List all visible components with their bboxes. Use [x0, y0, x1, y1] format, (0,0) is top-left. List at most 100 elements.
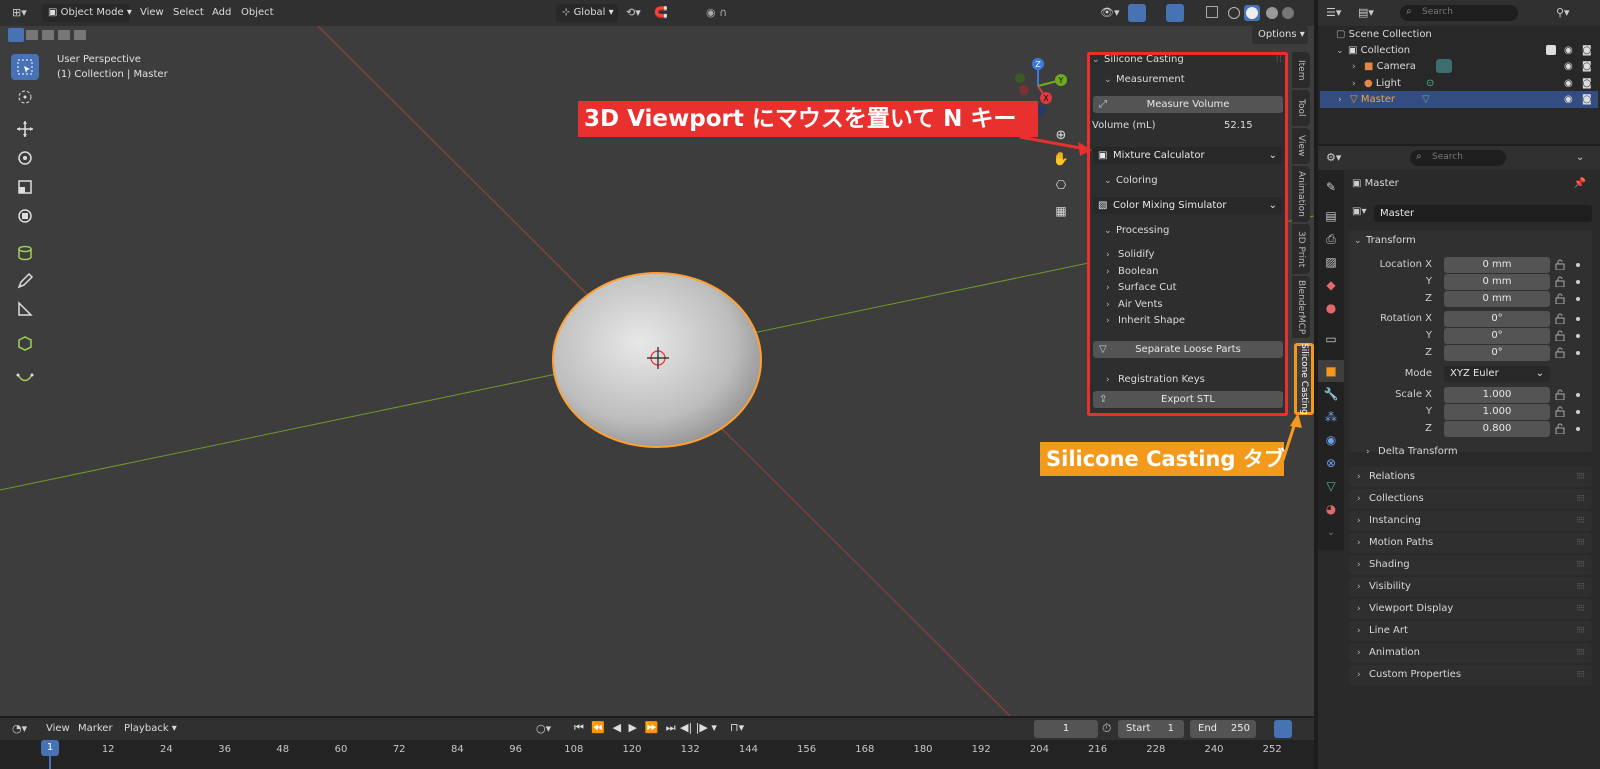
object-icon: ▣: [1352, 178, 1365, 189]
outliner-item-light[interactable]: › ● Light ⊙ ◉ ◙: [1352, 75, 1598, 92]
lock-icon[interactable]: [1555, 276, 1565, 288]
outliner-scene-collection[interactable]: ▢ Scene Collection: [1336, 26, 1432, 43]
keying-icon[interactable]: ○▾: [536, 722, 551, 735]
playback-controls[interactable]: ⏮ ⏪ ◀ ▶ ⏩ ⏭: [574, 721, 678, 735]
section-collections[interactable]: › Collections ⁝⁝⁝⁝: [1349, 489, 1592, 509]
scale-x-field[interactable]: 1.000: [1444, 387, 1550, 403]
timeline-editor-icon[interactable]: ◔▾: [12, 722, 27, 735]
data-tab-icon[interactable]: ▽: [1322, 477, 1340, 495]
lock-icon[interactable]: [1555, 313, 1565, 325]
scene-tab-icon[interactable]: ◆: [1322, 276, 1340, 294]
lock-icon[interactable]: [1555, 406, 1565, 418]
pin-icon[interactable]: 📌: [1574, 176, 1586, 192]
ruler-number: 204: [1029, 744, 1049, 755]
collection-tab-icon[interactable]: ▭: [1322, 330, 1340, 348]
keyframe-dot[interactable]: [1576, 351, 1580, 355]
particles-tab-icon[interactable]: ⁂: [1322, 408, 1340, 426]
world-tab-icon[interactable]: ●: [1322, 299, 1340, 317]
outliner-item-master[interactable]: › ▽ Master ▽ ◉ ◙: [1338, 91, 1598, 108]
output-tab-icon[interactable]: ⎙: [1322, 230, 1340, 248]
scale-y-field[interactable]: 1.000: [1444, 404, 1550, 420]
outliner-editor-icon[interactable]: ☰▾: [1326, 6, 1341, 19]
keyframe-dot[interactable]: [1576, 334, 1580, 338]
keyframe-dot[interactable]: [1576, 263, 1580, 267]
keyframe-dot[interactable]: [1576, 280, 1580, 284]
eye-icon[interactable]: ◉: [1564, 91, 1573, 108]
delta-transform-subpanel[interactable]: › Delta Transform: [1366, 446, 1458, 457]
rotation-y-row: Y 0°: [1352, 328, 1592, 344]
ruler-number: 144: [738, 744, 758, 755]
lock-icon[interactable]: [1555, 259, 1565, 271]
lock-icon[interactable]: [1555, 293, 1565, 305]
section-visibility[interactable]: › Visibility ⁝⁝⁝⁝: [1349, 577, 1592, 597]
tool-tab-icon[interactable]: ✎: [1322, 178, 1340, 196]
transform-header[interactable]: ⌄ Transform: [1354, 233, 1416, 249]
lock-icon[interactable]: [1555, 423, 1565, 435]
keyframe-dot[interactable]: [1576, 393, 1580, 397]
camera-render-icon[interactable]: ◙: [1582, 91, 1592, 108]
timeline-view-icon[interactable]: [1274, 720, 1292, 738]
end-frame-field[interactable]: End 250: [1190, 720, 1256, 738]
object-type-dropdown[interactable]: ▣▾: [1352, 206, 1366, 217]
playhead-line: [49, 756, 51, 769]
lock-icon[interactable]: [1555, 330, 1565, 342]
rotation-z-field[interactable]: 0°: [1444, 345, 1550, 361]
timeline-ruler[interactable]: [0, 740, 1314, 769]
outliner-item-camera[interactable]: › ■ Camera ◉ ◙: [1352, 58, 1598, 75]
location-x-field[interactable]: 0 mm: [1444, 257, 1550, 273]
outliner-collection[interactable]: ⌄ ▣ Collection ◉ ◙: [1336, 42, 1598, 59]
scale-z-field[interactable]: 0.800: [1444, 421, 1550, 437]
render-tab-icon[interactable]: ▤: [1322, 207, 1340, 225]
outliner-funnel-icon[interactable]: ⚲▾: [1556, 6, 1570, 19]
camera-render-icon[interactable]: ◙: [1582, 75, 1592, 92]
start-frame-field[interactable]: Start 1: [1118, 720, 1184, 738]
section-viewport-display[interactable]: › Viewport Display ⁝⁝⁝⁝: [1349, 599, 1592, 619]
lock-icon[interactable]: [1555, 347, 1565, 359]
properties-editor-icon[interactable]: ⚙▾: [1326, 151, 1341, 164]
outliner-filter-icon[interactable]: ▤▾: [1358, 6, 1374, 19]
section-custom-properties[interactable]: › Custom Properties ⁝⁝⁝⁝: [1349, 665, 1592, 685]
auto-key-icon[interactable]: ⊓▾: [730, 721, 744, 734]
ruler-number: 48: [276, 744, 290, 755]
rotation-mode-dropdown[interactable]: XYZ Euler ⌄: [1444, 366, 1550, 382]
location-z-field[interactable]: 0 mm: [1444, 291, 1550, 307]
section-motion-paths[interactable]: › Motion Paths ⁝⁝⁝⁝: [1349, 533, 1592, 553]
object-tab-icon[interactable]: ■: [1322, 362, 1340, 380]
section-animation[interactable]: › Animation ⁝⁝⁝⁝: [1349, 643, 1592, 663]
playback-dropdown[interactable]: Playback ▾: [118, 720, 178, 738]
material-tab-icon[interactable]: ◕: [1322, 500, 1340, 518]
rotation-x-field[interactable]: 0°: [1444, 311, 1550, 327]
lock-icon[interactable]: [1555, 389, 1565, 401]
current-frame-field[interactable]: 1: [1034, 720, 1098, 738]
properties-search[interactable]: ⌕ Search: [1410, 150, 1506, 166]
timeline-menu-marker[interactable]: Marker: [78, 723, 113, 734]
keyframe-dot[interactable]: [1576, 297, 1580, 301]
modifier-tab-icon[interactable]: 🔧: [1322, 385, 1340, 403]
texture-tab-icon[interactable]: ⌄: [1322, 523, 1340, 541]
section-line-art[interactable]: › Line Art ⁝⁝⁝⁝: [1349, 621, 1592, 641]
keyframe-dot[interactable]: [1576, 410, 1580, 414]
collection-checkbox[interactable]: [1546, 45, 1556, 55]
section-relations[interactable]: › Relations ⁝⁝⁝⁝: [1349, 467, 1592, 487]
constraints-tab-icon[interactable]: ⊗: [1322, 454, 1340, 472]
eye-icon[interactable]: ◉: [1564, 42, 1573, 59]
outliner-search[interactable]: ⌕ Search: [1400, 5, 1518, 21]
object-name-field[interactable]: Master: [1374, 205, 1592, 222]
keyframe-dot[interactable]: [1576, 317, 1580, 321]
playhead[interactable]: 1: [41, 740, 59, 756]
eye-icon[interactable]: ◉: [1564, 75, 1573, 92]
location-y-field[interactable]: 0 mm: [1444, 274, 1550, 290]
keyframe-dot[interactable]: [1576, 427, 1580, 431]
scale-z-row: Z 0.800: [1352, 421, 1592, 437]
view-layer-tab-icon[interactable]: ▨: [1322, 253, 1340, 271]
physics-tab-icon[interactable]: ◉: [1322, 431, 1340, 449]
camera-render-icon[interactable]: ◙: [1582, 42, 1592, 59]
timeline-menu-view[interactable]: View: [46, 723, 70, 734]
section-instancing[interactable]: › Instancing ⁝⁝⁝⁝: [1349, 511, 1592, 531]
rotation-y-field[interactable]: 0°: [1444, 328, 1550, 344]
keyframe-nav-icons[interactable]: ◀| |▶ ▾: [680, 721, 717, 734]
properties-options-icon[interactable]: ⌄: [1576, 152, 1584, 163]
section-shading[interactable]: › Shading ⁝⁝⁝⁝: [1349, 555, 1592, 575]
camera-render-icon[interactable]: ◙: [1582, 58, 1592, 75]
eye-icon[interactable]: ◉: [1564, 58, 1573, 75]
